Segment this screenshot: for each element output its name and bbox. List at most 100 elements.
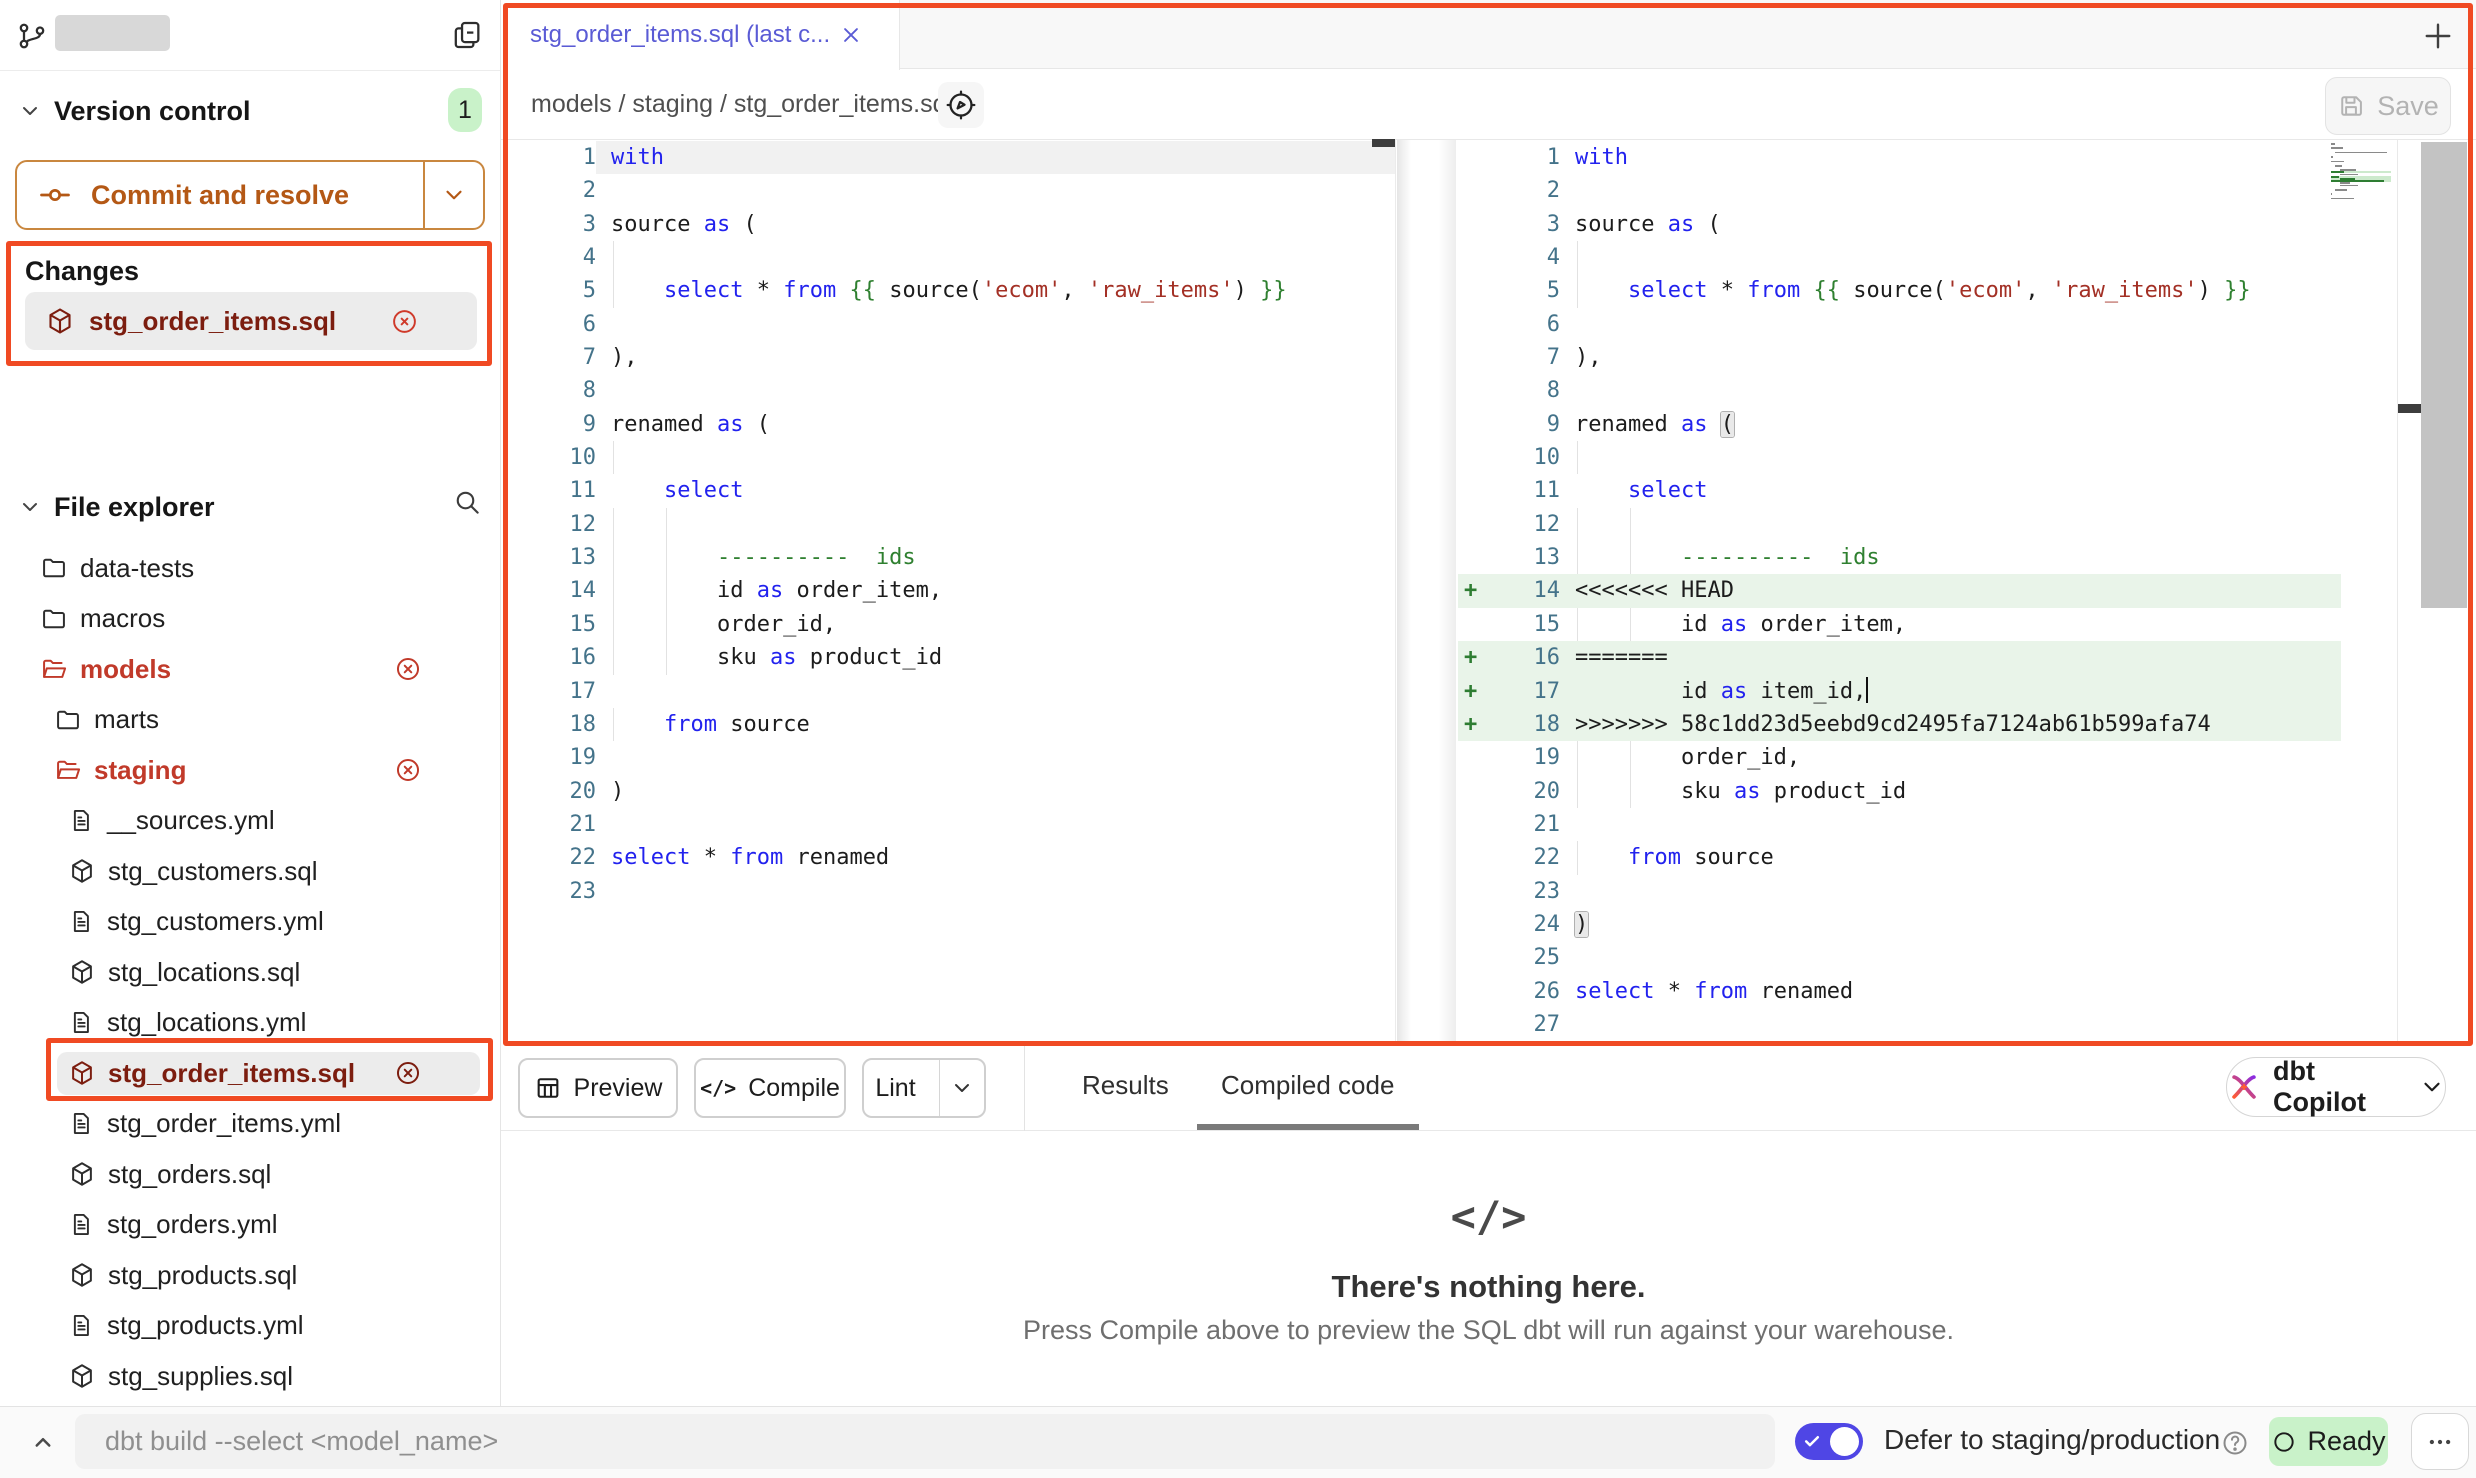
tree-item-stg-products-sql[interactable]: stg_products.sql [0, 1250, 500, 1301]
discard-change-icon[interactable] [394, 1059, 422, 1087]
lineage-compass-button[interactable] [938, 82, 984, 128]
command-input-pill[interactable] [75, 1414, 1775, 1469]
code-line-11[interactable]: 11 select [1458, 474, 2397, 507]
editor-pane-previous[interactable]: 1with23source as (45 select * from {{ so… [508, 140, 1396, 1046]
code-line-8[interactable]: 8 [508, 374, 1395, 407]
commit-and-resolve-button[interactable]: Commit and resolve [15, 160, 485, 230]
code-line-7[interactable]: 7), [1458, 341, 2397, 374]
tree-item-stg-orders-sql[interactable]: stg_orders.sql [0, 1149, 500, 1200]
lint-button[interactable]: Lint [862, 1058, 986, 1118]
editor-pane-current[interactable]: 1with23source as (45 select * from {{ so… [1458, 140, 2397, 1047]
left-pane-scrollbar-thumb[interactable] [1372, 139, 1395, 147]
code-line-6[interactable]: 6 [1458, 308, 2397, 341]
code-line-5[interactable]: 5 select * from {{ source('ecom', 'raw_i… [508, 274, 1395, 307]
code-line-23[interactable]: 23 [1458, 875, 2397, 908]
version-control-section-header[interactable]: Version control [18, 86, 438, 136]
tree-item--sources-yml[interactable]: __sources.yml [0, 796, 500, 847]
code-line-27[interactable]: 27 [1458, 1008, 2397, 1041]
code-line-24[interactable]: 24) [1458, 908, 2397, 941]
tree-item-stg-products-yml[interactable]: stg_products.yml [0, 1301, 500, 1352]
tree-item-data-tests[interactable]: data-tests [0, 543, 500, 594]
preview-button[interactable]: Preview [518, 1058, 678, 1118]
tree-item-stg-order-items-yml[interactable]: stg_order_items.yml [0, 1099, 500, 1150]
code-line-17[interactable]: 17 [508, 675, 1395, 708]
code-line-23[interactable]: 23 [508, 875, 1395, 908]
close-icon[interactable] [840, 24, 862, 46]
code-line-14[interactable]: 14 id as order_item, [508, 574, 1395, 607]
tab-compiled-code[interactable]: Compiled code [1221, 1070, 1394, 1101]
code-line-20[interactable]: 20 sku as product_id [1458, 775, 2397, 808]
code-line-13[interactable]: 13 ---------- ids [1458, 541, 2397, 574]
code-line-1[interactable]: 1with [508, 141, 1395, 174]
code-line-8[interactable]: 8 [1458, 374, 2397, 407]
tree-item-stg-supplies-sql[interactable]: stg_supplies.sql [0, 1351, 500, 1402]
tab-results[interactable]: Results [1082, 1070, 1169, 1101]
tree-item-stg-customers-yml[interactable]: stg_customers.yml [0, 897, 500, 948]
tab-stg-order-items[interactable]: stg_order_items.sql (last c... [508, 0, 900, 70]
defer-toggle[interactable] [1795, 1423, 1863, 1460]
code-line-12[interactable]: 12 [508, 508, 1395, 541]
code-line-10[interactable]: 10 [1458, 441, 2397, 474]
code-line-21[interactable]: 21 [508, 808, 1395, 841]
tree-item-macros[interactable]: macros [0, 594, 500, 645]
lint-options-caret[interactable] [939, 1060, 984, 1116]
code-line-10[interactable]: 10 [508, 441, 1395, 474]
code-line-14[interactable]: +14<<<<<<< HEAD [1458, 574, 2341, 607]
code-line-12[interactable]: 12 [1458, 508, 2397, 541]
tree-item-staging[interactable]: staging [0, 745, 500, 796]
dbt-copilot-button[interactable]: dbt Copilot [2226, 1057, 2446, 1117]
code-line-19[interactable]: 19 order_id, [1458, 741, 2397, 774]
tree-item-models[interactable]: models [0, 644, 500, 695]
compile-button[interactable]: </> Compile [694, 1058, 846, 1118]
minimap[interactable] [2331, 143, 2391, 202]
changed-file-item[interactable]: stg_order_items.sql [25, 292, 477, 350]
commit-button-main[interactable]: Commit and resolve [17, 162, 423, 228]
code-line-16[interactable]: 16 sku as product_id [508, 641, 1395, 674]
tree-item-stg-locations-sql[interactable]: stg_locations.sql [0, 947, 500, 998]
code-line-6[interactable]: 6 [508, 308, 1395, 341]
code-line-9[interactable]: 9renamed as ( [508, 408, 1395, 441]
code-line-21[interactable]: 21 [1458, 808, 2397, 841]
code-line-15[interactable]: 15 id as order_item, [1458, 608, 2397, 641]
tree-item-stg-customers-sql[interactable]: stg_customers.sql [0, 846, 500, 897]
code-line-2[interactable]: 2 [1458, 174, 2397, 207]
code-line-9[interactable]: 9renamed as ( [1458, 408, 2397, 441]
more-options-button[interactable] [2411, 1413, 2469, 1470]
code-line-22[interactable]: 22select * from renamed [508, 841, 1395, 874]
code-line-20[interactable]: 20) [508, 775, 1395, 808]
code-line-26[interactable]: 26select * from renamed [1458, 975, 2397, 1008]
copy-files-icon[interactable] [450, 18, 484, 52]
new-tab-plus-icon[interactable] [2420, 18, 2456, 54]
code-line-4[interactable]: 4 [1458, 241, 2397, 274]
tree-item-stg-locations-yml[interactable]: stg_locations.yml [0, 998, 500, 1049]
chevron-up-icon[interactable] [28, 1428, 58, 1458]
search-icon[interactable] [452, 487, 482, 517]
code-line-22[interactable]: 22 from source [1458, 841, 2397, 874]
branch-name-redacted[interactable] [55, 15, 170, 51]
code-line-3[interactable]: 3source as ( [508, 208, 1395, 241]
code-line-17[interactable]: +17 id as item_id, [1458, 675, 2341, 708]
discard-change-icon[interactable] [390, 307, 419, 336]
discard-change-icon[interactable] [394, 655, 422, 683]
code-line-19[interactable]: 19 [508, 741, 1395, 774]
code-line-15[interactable]: 15 order_id, [508, 608, 1395, 641]
code-line-4[interactable]: 4 [508, 241, 1395, 274]
help-question-icon[interactable] [2220, 1428, 2250, 1458]
code-line-18[interactable]: +18>>>>>>> 58c1dd23d5eebd9cd2495fa7124ab… [1458, 708, 2341, 741]
tree-item-stg-order-items-sql[interactable]: stg_order_items.sql [0, 1048, 500, 1099]
right-pane-scrollbar-thumb[interactable] [2398, 404, 2421, 413]
file-explorer-section-header[interactable]: File explorer [18, 482, 418, 532]
command-input[interactable] [75, 1426, 1775, 1457]
code-line-2[interactable]: 2 [508, 174, 1395, 207]
tree-item-stg-orders-yml[interactable]: stg_orders.yml [0, 1200, 500, 1251]
code-line-13[interactable]: 13 ---------- ids [508, 541, 1395, 574]
commit-options-caret[interactable] [423, 162, 483, 228]
code-line-7[interactable]: 7), [508, 341, 1395, 374]
code-line-11[interactable]: 11 select [508, 474, 1395, 507]
code-line-1[interactable]: 1with [1458, 141, 2397, 174]
tree-item-marts[interactable]: marts [0, 695, 500, 746]
save-button[interactable]: Save [2325, 77, 2451, 135]
discard-change-icon[interactable] [394, 756, 422, 784]
code-line-25[interactable]: 25 [1458, 941, 2397, 974]
scrollbar-region[interactable] [2421, 142, 2467, 608]
